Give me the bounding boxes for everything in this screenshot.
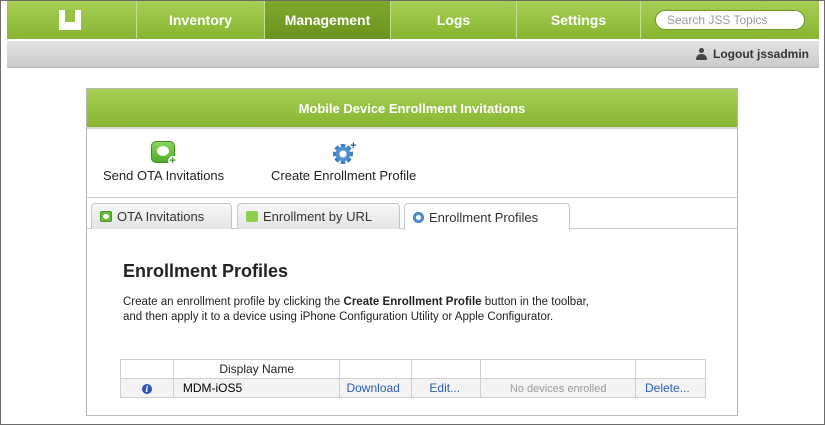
app-window: Inventory Management Logs Settings Searc… bbox=[0, 0, 825, 425]
tab-bar: OTA Invitations Enrollment by URL Enroll… bbox=[87, 198, 737, 230]
description-line2: and then apply it to a device using iPho… bbox=[123, 311, 554, 323]
nav-inventory[interactable]: Inventory bbox=[137, 1, 265, 39]
tab-enrollment-by-url[interactable]: Enrollment by URL bbox=[237, 203, 400, 229]
logout-link[interactable]: Logout jssadmin bbox=[696, 47, 809, 61]
profiles-table: Display Name i MDM-iOS5 Download Edit...… bbox=[120, 359, 706, 398]
send-ota-button[interactable]: + Send OTA Invitations bbox=[103, 141, 224, 183]
ota-message-icon: + bbox=[150, 141, 178, 167]
user-icon bbox=[696, 48, 707, 60]
download-link[interactable]: Download bbox=[339, 378, 413, 398]
section-title: Enrollment Profiles bbox=[123, 261, 289, 281]
logout-label: Logout jssadmin bbox=[713, 47, 809, 61]
nav-settings[interactable]: Settings bbox=[517, 1, 641, 39]
tab-profiles-label: Enrollment Profiles bbox=[429, 209, 539, 225]
status-text: No devices enrolled bbox=[509, 383, 607, 395]
nav-management[interactable]: Management bbox=[265, 1, 391, 39]
status-cell: No devices enrolled bbox=[480, 378, 636, 398]
description-part2: button in the toolbar, bbox=[481, 296, 589, 308]
header-edit-cell bbox=[411, 359, 482, 379]
header-status-cell bbox=[480, 359, 636, 379]
delete-link[interactable]: Delete... bbox=[635, 378, 706, 398]
description-part1: Create an enrollment profile by clicking… bbox=[123, 296, 344, 308]
url-tab-icon bbox=[246, 211, 258, 222]
info-cell: i bbox=[120, 378, 174, 398]
create-profile-label: Create Enrollment Profile bbox=[271, 168, 417, 183]
create-profile-button[interactable]: + Create Enrollment Profile bbox=[271, 141, 417, 184]
description-bold: Create Enrollment Profile bbox=[343, 296, 482, 308]
edit-label: Edit... bbox=[429, 381, 461, 395]
tab-enrollment-profiles[interactable]: Enrollment Profiles bbox=[404, 203, 570, 230]
download-label: Download bbox=[346, 381, 400, 395]
jss-logo-icon bbox=[59, 10, 81, 30]
header-delete-cell bbox=[635, 359, 706, 379]
delete-label: Delete... bbox=[645, 381, 690, 395]
enrollment-panel: Mobile Device Enrollment Invitations + S… bbox=[86, 88, 738, 416]
table-header-row: Display Name bbox=[120, 359, 706, 379]
info-icon[interactable]: i bbox=[141, 384, 152, 394]
gear-plus-icon: + bbox=[331, 141, 357, 165]
nav-search-cell: Search JSS Topics bbox=[641, 1, 819, 39]
tab-url-label: Enrollment by URL bbox=[263, 209, 373, 224]
send-ota-label: Send OTA Invitations bbox=[103, 168, 225, 183]
tab-ota-invitations[interactable]: OTA Invitations bbox=[91, 203, 232, 229]
header-display-name: Display Name bbox=[172, 359, 341, 379]
nav-logs[interactable]: Logs bbox=[391, 1, 517, 39]
sub-bar: Logout jssadmin bbox=[7, 41, 819, 68]
table-row: i MDM-iOS5 Download Edit... No devices e… bbox=[120, 378, 706, 398]
search-input[interactable]: Search JSS Topics bbox=[655, 10, 805, 30]
toolbar: + Send OTA Invitations + Create Enrollme… bbox=[87, 129, 737, 198]
gear-tab-icon bbox=[413, 211, 424, 223]
profile-name: MDM-iOS5 bbox=[172, 378, 341, 398]
top-nav: Inventory Management Logs Settings Searc… bbox=[7, 1, 819, 39]
tab-ota-label: OTA Invitations bbox=[117, 209, 205, 224]
header-download-cell bbox=[339, 359, 413, 379]
panel-title: Mobile Device Enrollment Invitations bbox=[87, 89, 737, 127]
header-info-cell bbox=[120, 359, 174, 379]
ota-tab-icon bbox=[100, 211, 112, 222]
logo-cell[interactable] bbox=[7, 1, 137, 39]
section-description: Create an enrollment profile by clicking… bbox=[123, 295, 693, 325]
edit-link[interactable]: Edit... bbox=[411, 378, 482, 398]
